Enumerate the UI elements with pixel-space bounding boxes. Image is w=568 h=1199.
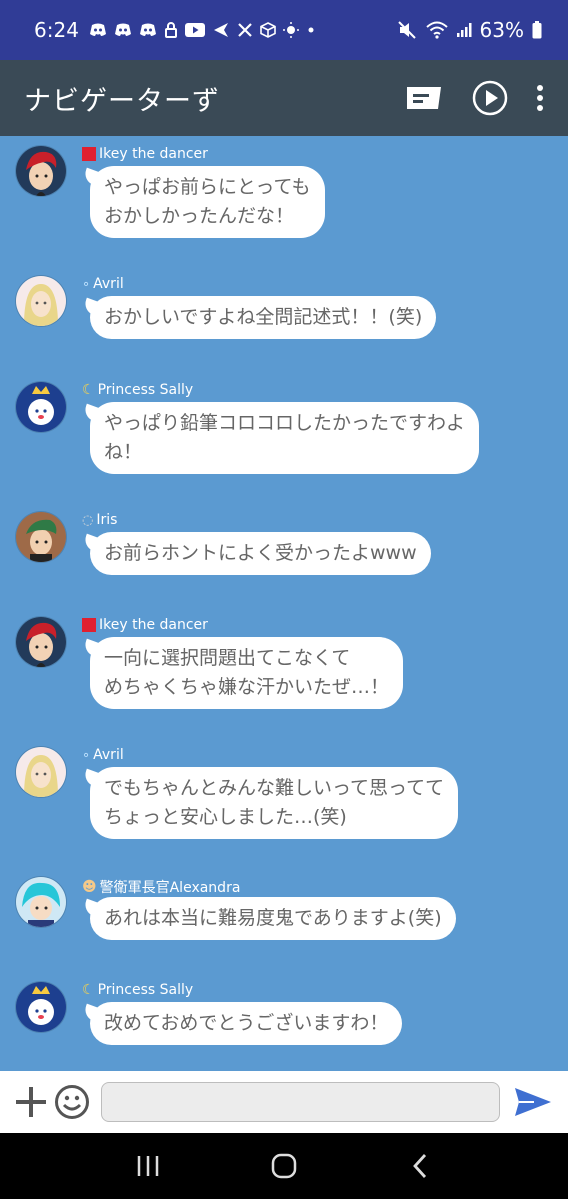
signal-icon: [456, 23, 472, 37]
emoji-icon: [54, 1085, 89, 1119]
message-icon: [407, 87, 441, 109]
sender-name: ∘ Avril: [82, 747, 124, 763]
crescent-moon-icon: ☾: [82, 382, 95, 398]
message-line: 改めておめでとうございますわ！: [104, 1012, 389, 1034]
wifi-icon: [425, 21, 448, 39]
send-icon: [515, 1088, 552, 1116]
chat-message-list[interactable]: Ikey the dancer やっぱお前らにとっても おかしかったんだな！ ∘…: [0, 136, 568, 1071]
avatar[interactable]: [16, 877, 66, 927]
discord-icon: [139, 23, 156, 36]
more-vert-icon: [537, 85, 543, 111]
sender-name: ☻ 警衛軍長官Alexandra: [82, 879, 241, 896]
more-options-button[interactable]: [526, 74, 554, 122]
youtube-icon: [184, 23, 205, 37]
message-line: おかしいですよね全問記述式！！(笑): [104, 306, 423, 328]
sender-name: Ikey the dancer: [82, 617, 208, 633]
red-square-icon: [82, 147, 96, 161]
play-icon: [472, 80, 508, 116]
message-line: やっぱお前らにとっても: [104, 176, 311, 198]
police-officer-icon: ☻: [82, 879, 97, 895]
play-button[interactable]: [466, 74, 514, 122]
home-button[interactable]: [259, 1146, 309, 1186]
message-bubble: おかしいですよね全問記述式！！(笑): [90, 296, 437, 339]
navigation-bar: [0, 1133, 568, 1199]
send-button[interactable]: [510, 1082, 556, 1122]
avatar[interactable]: [16, 747, 66, 797]
avatar[interactable]: [16, 982, 66, 1032]
avatar[interactable]: [16, 512, 66, 562]
message-bubble: お前らホントによく受かったよwww: [90, 532, 431, 575]
sender-name: ∘ Avril: [82, 276, 124, 292]
box-icon: [260, 22, 276, 38]
avatar[interactable]: [16, 617, 66, 667]
dot-icon: [308, 27, 314, 33]
message-line: 一向に選択問題出てこなくて: [104, 647, 351, 669]
message-bubble: 一向に選択問題出てこなくて めちゃくちゃ嫌な汗かいたぜ…！: [90, 637, 404, 709]
recent-apps-icon: [137, 1156, 159, 1176]
ring-icon: ◌: [82, 512, 94, 528]
message-line: ちょっと安心しました…(笑): [104, 806, 347, 828]
message-line: おかしかったんだな！: [104, 205, 295, 227]
avatar[interactable]: [16, 146, 66, 196]
message-input-bar: [0, 1071, 568, 1133]
message-line: やっぱり鉛筆コロコロしたかったですわよ: [104, 412, 466, 434]
status-time: 6:24: [34, 18, 79, 42]
crescent-moon-icon: ☾: [82, 982, 95, 998]
chat-title: ナビゲーターず: [24, 85, 220, 117]
battery-icon: [532, 21, 542, 39]
add-button[interactable]: [12, 1082, 50, 1122]
back-button[interactable]: [395, 1146, 445, 1186]
share-app-icon: [213, 23, 228, 37]
mute-icon: [397, 21, 416, 39]
home-icon: [271, 1153, 297, 1179]
brightness-icon: [282, 22, 299, 38]
message-bubble: やっぱお前らにとっても おかしかったんだな！: [90, 166, 325, 238]
message-line: ね！: [104, 441, 143, 463]
status-bar: 6:24 63%: [0, 0, 568, 60]
message-line: めちゃくちゃ嫌な汗かいたぜ…！: [104, 676, 390, 698]
discord-icon: [114, 23, 131, 36]
message-bubble: 改めておめでとうございますわ！: [90, 1002, 403, 1045]
bubbles-icon: ∘: [82, 747, 91, 763]
recent-apps-button[interactable]: [123, 1146, 173, 1186]
notification-icons: [89, 22, 316, 38]
battery-percent: 63%: [479, 18, 524, 42]
message-line: お前らホントによく受かったよwww: [104, 542, 417, 564]
message-line: あれは本当に難易度鬼でありますよ(笑): [104, 907, 442, 929]
red-square-icon: [82, 618, 96, 632]
message-bubble: あれは本当に難易度鬼でありますよ(笑): [90, 897, 456, 940]
message-toggle-button[interactable]: [400, 74, 448, 122]
back-icon: [413, 1154, 427, 1178]
message-line: でもちゃんとみんな難しいって思ってて: [104, 777, 445, 799]
sender-name: ☾ Princess Sally: [82, 382, 194, 398]
message-input[interactable]: [101, 1082, 501, 1122]
avatar[interactable]: [16, 276, 66, 326]
lock-icon: [164, 22, 177, 38]
sender-name: Ikey the dancer: [82, 146, 208, 162]
emoji-button[interactable]: [52, 1082, 92, 1122]
sender-name: ◌ Iris: [82, 512, 118, 528]
plus-icon: [15, 1087, 46, 1117]
app-bar: ナビゲーターず: [0, 60, 568, 136]
sender-name: ☾ Princess Sally: [82, 982, 194, 998]
message-bubble: やっぱり鉛筆コロコロしたかったですわよ ね！: [90, 402, 480, 474]
message-bubble: でもちゃんとみんな難しいって思ってて ちょっと安心しました…(笑): [90, 767, 459, 839]
discord-icon: [89, 23, 106, 36]
avatar[interactable]: [16, 382, 66, 432]
system-icons: 63%: [397, 18, 542, 42]
x-icon: [238, 23, 252, 37]
bubbles-icon: ∘: [82, 276, 91, 292]
